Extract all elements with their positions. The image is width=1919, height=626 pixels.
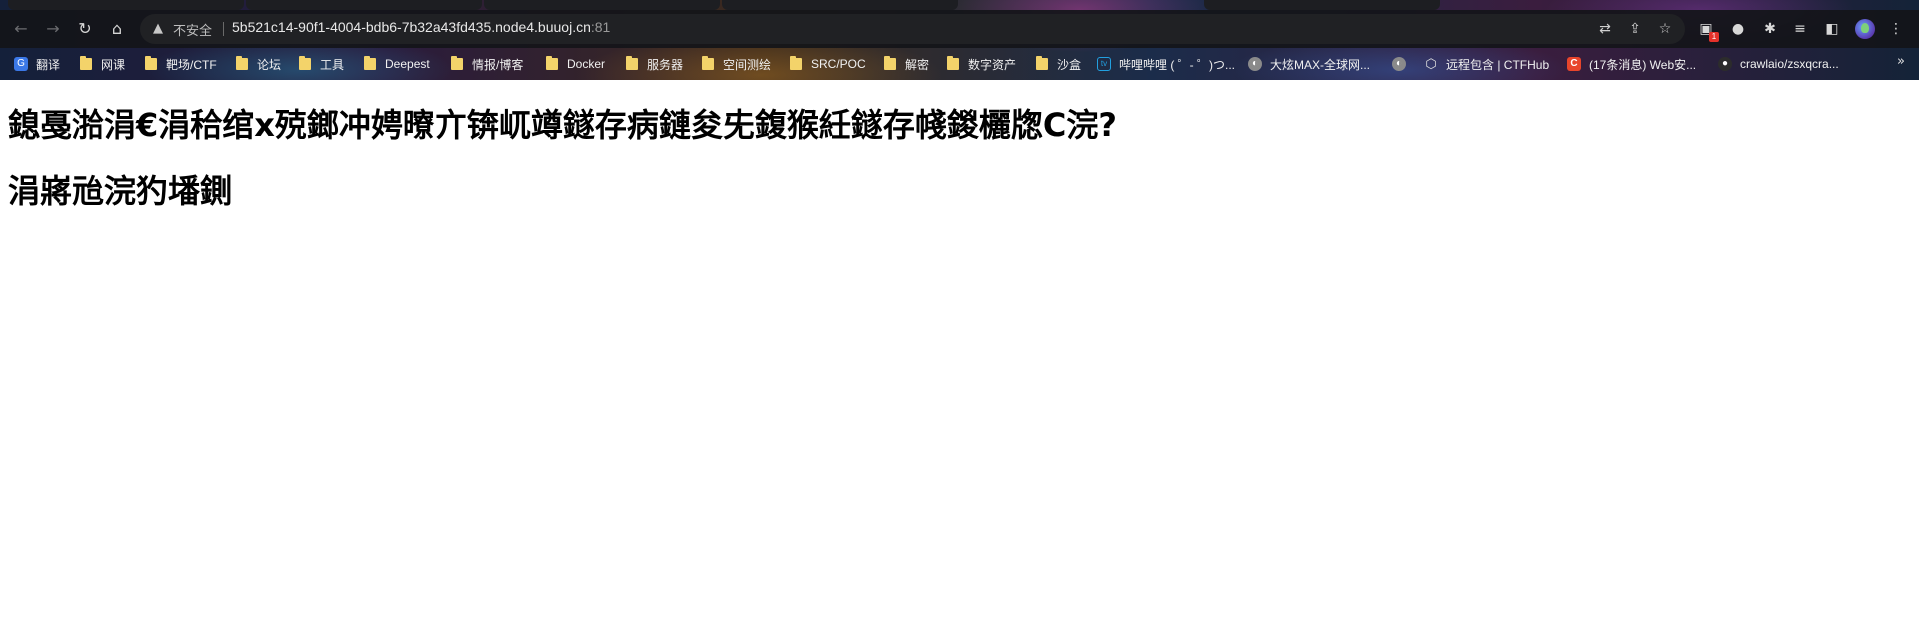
- folder-icon: [626, 56, 638, 70]
- bookmark-label: 解密: [905, 57, 930, 72]
- github-icon: ●: [1718, 57, 1732, 71]
- folder-icon: [790, 56, 802, 70]
- security-label[interactable]: 不安全: [173, 20, 212, 39]
- bilibili-icon: tv: [1097, 57, 1111, 71]
- csdn-icon: C: [1567, 57, 1581, 71]
- bookmark-item[interactable]: tv 哔哩哔哩 ( ゜- ゜)つ...: [1097, 54, 1235, 74]
- bookmark-label: 空间测绘: [723, 57, 772, 72]
- bookmark-folder[interactable]: 工具: [299, 54, 344, 74]
- bookmark-label: 工具: [320, 57, 345, 72]
- bookmark-label: 大炫MAX-全球网...: [1270, 57, 1371, 72]
- bookmark-item[interactable]: ◐ 大炫MAX-全球网...: [1248, 54, 1370, 74]
- reload-icon[interactable]: ↻: [74, 18, 96, 40]
- bookmark-label: 远程包含 | CTFHub: [1446, 57, 1550, 72]
- warning-triangle-icon[interactable]: ▲: [150, 21, 166, 37]
- extension-icon[interactable]: ▣ 1: [1696, 19, 1719, 42]
- page-content: 鎴戞湁涓€涓秴绾х殑鎯冲娉曢亣锛屼竴鐩存病鏈夋兂鍑猴紝鐩存帴鍐欐牎C浣? 涓嶈兘…: [0, 80, 1919, 626]
- bookmarks-overflow-icon[interactable]: »: [1897, 54, 1905, 69]
- page-heading: 鎴戞湁涓€涓秴绾х殑鎯冲娉曢亣锛屼竴鐩存病鏈夋兂鍑猴紝鐩存帴鍐欐牎C浣?: [8, 106, 1117, 144]
- url-port: :81: [590, 19, 611, 35]
- tab[interactable]: [8, 0, 244, 10]
- ctfhub-icon: ⬡: [1425, 56, 1437, 71]
- globe-icon: ◐: [1248, 57, 1262, 71]
- globe-icon: ◐: [1392, 57, 1406, 71]
- bookmark-label: crawlaio/zsxqcra...: [1740, 57, 1839, 71]
- folder-icon: [80, 56, 92, 70]
- folder-icon: [236, 56, 248, 70]
- bookmark-item[interactable]: ⬡ 远程包含 | CTFHub: [1424, 54, 1549, 74]
- folder-icon: [145, 56, 157, 70]
- folder-icon: [546, 56, 558, 70]
- folder-icon: [299, 56, 311, 70]
- folder-icon: [884, 56, 896, 70]
- folder-icon: [947, 56, 959, 70]
- browser-chrome: ← → ↻ ⌂ ▲ 不安全 5b521c14-90f1-4004-bdb6-7b…: [0, 0, 1919, 80]
- home-icon[interactable]: ⌂: [106, 18, 128, 40]
- bookmark-item[interactable]: C (17条消息) Web安...: [1567, 54, 1696, 74]
- bookmark-label: 网课: [101, 57, 126, 72]
- toolbar: ← → ↻ ⌂ ▲ 不安全 5b521c14-90f1-4004-bdb6-7b…: [0, 10, 1919, 48]
- forward-arrow-icon[interactable]: →: [42, 18, 64, 40]
- tab[interactable]: [484, 0, 720, 10]
- bookmarks-bar: G 翻译 网课 靶场/CTF 论坛 工具 Deepest 情报/博客 Docker…: [0, 48, 1919, 80]
- folder-icon: [364, 56, 376, 70]
- bookmark-folder[interactable]: 沙盒: [1036, 54, 1081, 74]
- bookmark-label: 哔哩哔哩 ( ゜- ゜)つ...: [1119, 57, 1235, 72]
- bookmark-folder[interactable]: 网课: [80, 54, 125, 74]
- back-arrow-icon[interactable]: ←: [10, 18, 32, 40]
- page-heading-secondary: 涓嶈兘浣犳墦鍘: [8, 172, 233, 210]
- bookmark-folder[interactable]: 情报/博客: [451, 54, 523, 74]
- bookmark-label: 翻译: [36, 57, 61, 72]
- bookmark-folder[interactable]: SRC/POC: [790, 54, 866, 74]
- tab[interactable]: [722, 0, 958, 10]
- bookmark-label: 论坛: [257, 57, 282, 72]
- bookmark-folder[interactable]: 服务器: [626, 54, 683, 74]
- bookmark-folder[interactable]: 空间测绘: [702, 54, 771, 74]
- bookmark-label: (17条消息) Web安...: [1589, 57, 1697, 72]
- bookmark-label: 数字资产: [968, 57, 1017, 72]
- bookmark-label: 沙盒: [1057, 57, 1082, 72]
- tab[interactable]: [246, 0, 482, 10]
- bookmark-folder[interactable]: 数字资产: [947, 54, 1016, 74]
- kebab-menu-icon[interactable]: ⋮: [1886, 19, 1906, 39]
- bookmark-label: 情报/博客: [472, 57, 524, 72]
- bookmark-item[interactable]: ◐: [1392, 54, 1414, 74]
- profile-avatar[interactable]: [1855, 19, 1875, 39]
- translate-icon: G: [14, 57, 28, 71]
- folder-icon: [702, 56, 714, 70]
- address-bar[interactable]: ▲ 不安全 5b521c14-90f1-4004-bdb6-7b32a43fd4…: [140, 14, 1685, 44]
- bookmark-label: Docker: [567, 57, 606, 71]
- bookmark-folder[interactable]: 论坛: [236, 54, 281, 74]
- share-icon[interactable]: ⇪: [1626, 20, 1644, 38]
- tab[interactable]: [1204, 0, 1440, 10]
- url-host: 5b521c14-90f1-4004-bdb6-7b32a43fd435.nod…: [232, 19, 591, 35]
- url-text[interactable]: 5b521c14-90f1-4004-bdb6-7b32a43fd435.nod…: [232, 19, 610, 35]
- bookmark-item[interactable]: ● crawlaio/zsxqcra...: [1718, 54, 1839, 74]
- divider: [223, 22, 224, 36]
- reading-list-icon[interactable]: ≡: [1790, 19, 1810, 39]
- bookmark-label: SRC/POC: [811, 57, 866, 71]
- side-panel-icon[interactable]: ◧: [1822, 19, 1842, 39]
- bookmark-label: 靶场/CTF: [166, 57, 217, 72]
- bookmark-folder[interactable]: Docker: [546, 54, 605, 74]
- bookmark-star-icon[interactable]: ☆: [1656, 20, 1674, 38]
- bookmark-folder[interactable]: Deepest: [364, 54, 430, 74]
- folder-icon: [1036, 56, 1048, 70]
- extension-circle-icon[interactable]: ●: [1728, 19, 1748, 39]
- extension-badge: 1: [1709, 32, 1719, 42]
- folder-icon: [451, 56, 463, 70]
- translate-icon[interactable]: ⇄: [1596, 20, 1614, 38]
- bookmark-label: 服务器: [647, 57, 684, 72]
- extensions-puzzle-icon[interactable]: ✱: [1760, 19, 1780, 39]
- bookmark-folder[interactable]: 解密: [884, 54, 929, 74]
- bookmark-item[interactable]: G 翻译: [14, 54, 60, 74]
- bookmark-folder[interactable]: 靶场/CTF: [145, 54, 217, 74]
- bookmark-label: Deepest: [385, 57, 430, 71]
- tab-strip: [0, 0, 1919, 10]
